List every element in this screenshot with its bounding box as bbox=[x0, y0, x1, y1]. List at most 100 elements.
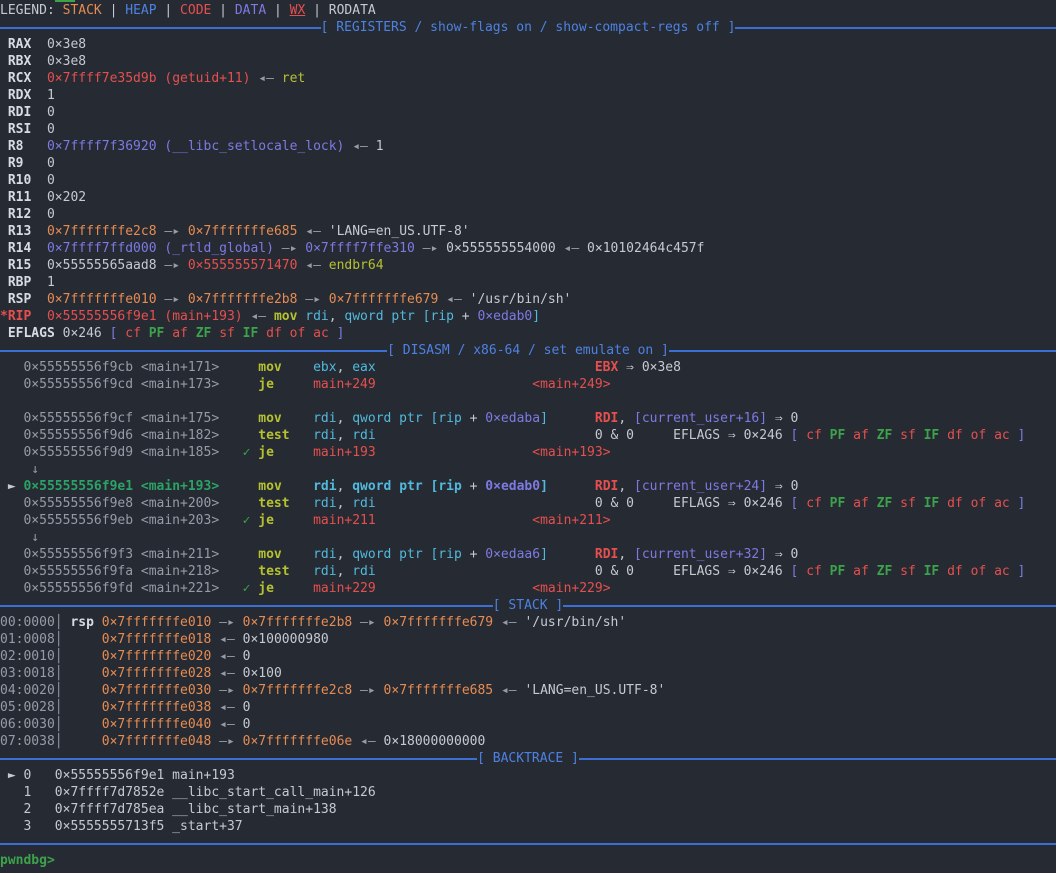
text-run: 0×55555556f9fd <main+221> bbox=[0, 581, 219, 596]
text-run bbox=[548, 411, 595, 426]
backtrace-frame-2: 2 0×7ffff7d785ea __libc_start_main+138 bbox=[0, 801, 1056, 818]
text-run: cf bbox=[806, 564, 829, 579]
text-run: 0 bbox=[47, 156, 55, 171]
text-run: 0×7fffffffe048 bbox=[102, 734, 212, 749]
text-run: ] bbox=[337, 326, 345, 341]
text-run: 0×7fffffffe020 bbox=[102, 649, 212, 664]
text-run: , bbox=[337, 428, 353, 443]
backtrace-section-header: [ BACKTRACE ] bbox=[0, 750, 1056, 767]
text-run: ◂— bbox=[297, 258, 328, 273]
register-row-r10: R10 0 bbox=[0, 172, 1056, 189]
text-run: ◂— bbox=[493, 615, 524, 630]
register-row-rsp: RSP 0×7fffffffe010 —▸ 0×7fffffffe2b8 —▸ … bbox=[0, 291, 1056, 308]
text-run: 0×55555556f9e1 <main+193> bbox=[23, 479, 219, 494]
text-run: RDX bbox=[0, 88, 47, 103]
text-run: ] bbox=[540, 547, 548, 562]
text-run: 0×edaba bbox=[485, 411, 540, 426]
text-run: of bbox=[971, 564, 994, 579]
disasm-row-main-203: 0×55555556f9eb <main+203> ✓ je main+211 … bbox=[0, 512, 1056, 529]
text-run: rdi bbox=[313, 496, 336, 511]
text-run: mov bbox=[258, 479, 281, 494]
separator-line bbox=[579, 758, 1056, 760]
previous-line-artifact bbox=[55, 0, 75, 2]
register-row-rip: *RIP 0×55555556f9e1 (main+193) ◂— mov rd… bbox=[0, 308, 1056, 325]
text-run: mov bbox=[258, 411, 281, 426]
stack-row-06: 06:0030│ 0×7fffffffe040 ◂— 0 bbox=[0, 716, 1056, 733]
text-run: R14 bbox=[0, 241, 47, 256]
text-run: PF bbox=[149, 326, 172, 341]
text-run: + bbox=[462, 547, 485, 562]
text-run: cf bbox=[125, 326, 148, 341]
text-run: rdi bbox=[305, 309, 328, 324]
text-run: 0×55555556f9cf <main+175> bbox=[0, 411, 258, 426]
text-run: 0×202 bbox=[47, 190, 86, 205]
pwndbg-terminal[interactable]: LEGEND: STACK | HEAP | CODE | DATA | WX … bbox=[0, 0, 1056, 873]
text-run: —▸ bbox=[157, 258, 188, 273]
text-run: 1 bbox=[47, 88, 55, 103]
text-run: | bbox=[305, 3, 328, 18]
text-run: '/usr/bin/sh' bbox=[470, 292, 572, 307]
register-row-rdx: RDX 1 bbox=[0, 87, 1056, 104]
stack-row-04: 04:0020│ 0×7fffffffe030 —▸ 0×7fffffffe2c… bbox=[0, 682, 1056, 699]
text-run: ✓ bbox=[243, 445, 259, 460]
stack-row-07: 07:0038│ 0×7fffffffe048 —▸ 0×7fffffffe06… bbox=[0, 733, 1056, 750]
text-run: ⇒ 0 bbox=[767, 479, 798, 494]
text-run: df bbox=[947, 496, 970, 511]
text-run: 0×7fffffffe06e bbox=[243, 734, 353, 749]
register-row-rbp: RBP 1 bbox=[0, 274, 1056, 291]
text-run: ◂— bbox=[211, 717, 242, 732]
text-run: 01:0008│ bbox=[0, 632, 63, 647]
text-run: df bbox=[947, 428, 970, 443]
text-run: mov bbox=[274, 309, 297, 324]
text-run: 0×246 bbox=[63, 326, 110, 341]
text-run: R15 bbox=[0, 258, 47, 273]
text-run: ZF bbox=[877, 428, 900, 443]
text-run: PF bbox=[830, 496, 853, 511]
disasm-flow-arrow: ↓ bbox=[0, 461, 1056, 478]
text-run: 0×7ffff7f36920 (__libc_setlocale_lock) bbox=[47, 139, 344, 154]
text-run: 0×7fffffffe2c8 bbox=[243, 683, 353, 698]
backtrace-frame-1: 1 0×7ffff7d7852e __libc_start_call_main+… bbox=[0, 784, 1056, 801]
register-row-rdi: RDI 0 bbox=[0, 104, 1056, 121]
stack-row-05: 05:0028│ 0×7fffffffe038 ◂— 0 bbox=[0, 699, 1056, 716]
stack-row-00: 00:0000│ rsp 0×7fffffffe010 —▸ 0×7ffffff… bbox=[0, 614, 1056, 631]
text-run: 0×7fffffffe679 bbox=[384, 615, 494, 630]
stack-row-02: 02:0010│ 0×7fffffffe020 ◂— 0 bbox=[0, 648, 1056, 665]
text-run: ✓ bbox=[243, 581, 259, 596]
backtrace-frame-0: ► 0 0×55555556f9e1 main+193 bbox=[0, 767, 1056, 784]
text-run: 0×55555565aad8 bbox=[47, 258, 157, 273]
text-run bbox=[376, 360, 595, 375]
text-run: 0 & 0 EFLAGS ⇒ 0×246 bbox=[595, 564, 791, 579]
disasm-row-main-218: 0×55555556f9fa <main+218> test rdi, rdi … bbox=[0, 563, 1056, 580]
text-run: WX bbox=[290, 3, 306, 18]
text-run bbox=[282, 479, 313, 494]
text-run: 0×55555556f9d6 <main+182> bbox=[0, 428, 258, 443]
backtrace-frame-3: 3 0×5555555713f5 _start+37 bbox=[0, 818, 1056, 835]
text-run: df bbox=[947, 564, 970, 579]
text-run: —▸ bbox=[274, 241, 305, 256]
text-run: , bbox=[618, 547, 634, 562]
register-row-r14: R14 0×7ffff7ffd000 (_rtld_global) —▸ 0×7… bbox=[0, 240, 1056, 257]
text-run: 0×55555556f9f3 <main+211> bbox=[0, 547, 258, 562]
text-run bbox=[63, 717, 102, 732]
text-run: <main+249> bbox=[532, 377, 610, 392]
text-run: —▸ bbox=[211, 683, 242, 698]
text-run: 0×edaa6 bbox=[485, 547, 540, 562]
text-run: 0×100000980 bbox=[243, 632, 329, 647]
prompt-line[interactable]: pwndbg> bbox=[0, 852, 1056, 869]
text-run: PF bbox=[830, 564, 853, 579]
text-run bbox=[94, 615, 102, 630]
text-run: + bbox=[462, 411, 485, 426]
text-run: RCX bbox=[0, 71, 47, 86]
text-run: rdi bbox=[313, 547, 336, 562]
pwndbg-prompt[interactable]: pwndbg> bbox=[0, 853, 63, 868]
text-run: ⇒ 0 bbox=[767, 411, 798, 426]
text-run bbox=[282, 360, 313, 375]
text-run: HEAP bbox=[125, 3, 156, 18]
text-run: , bbox=[337, 564, 353, 579]
register-row-r15: R15 0×55555565aad8 —▸ 0×555555571470 ◂— … bbox=[0, 257, 1056, 274]
text-run: , bbox=[337, 360, 353, 375]
text-run: ] bbox=[1018, 428, 1026, 443]
text-run: 2 0×7ffff7d785ea __libc_start_main+138 bbox=[0, 802, 337, 817]
disasm-blank-line bbox=[0, 393, 1056, 410]
